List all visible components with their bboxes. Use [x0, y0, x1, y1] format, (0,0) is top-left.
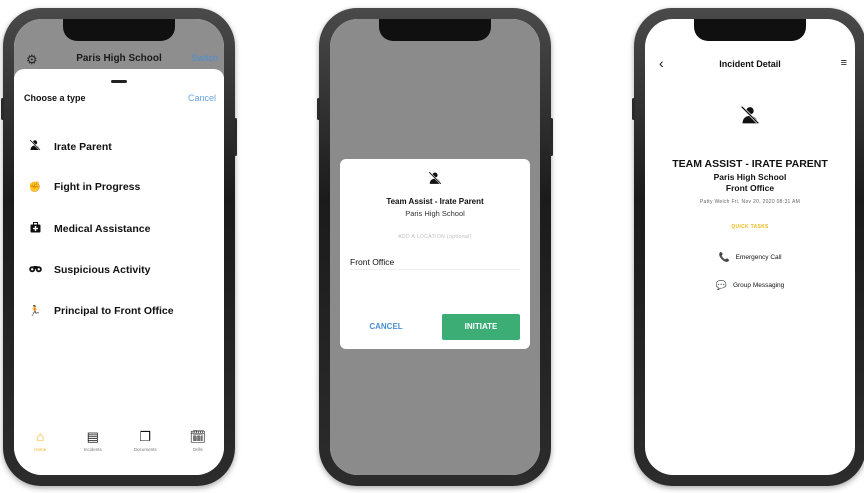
tab-label: Drills — [192, 447, 203, 452]
message-icon: 💬 — [715, 280, 727, 290]
tab-label: Home — [34, 447, 47, 452]
tab-label: Documents — [133, 447, 157, 452]
quick-tasks-label: QUICK TASKS — [731, 224, 769, 230]
tab-home[interactable]: ⌂ Home — [20, 429, 60, 469]
type-item-principal-to-front-office[interactable]: 🏃 Principal to Front Office — [28, 305, 174, 317]
phone-frame-type-picker: ⚙ Paris High School Switch Choose a type… — [1, 8, 237, 486]
type-item-suspicious-activity[interactable]: Suspicious Activity — [28, 263, 150, 276]
switch-button[interactable]: Switch — [191, 53, 218, 63]
person-off-icon — [645, 105, 855, 130]
tab-documents[interactable]: ❐ Documents — [125, 429, 165, 469]
type-item-label: Suspicious Activity — [54, 263, 151, 276]
type-item-fight-in-progress[interactable]: ✊ Fight in Progress — [28, 181, 141, 193]
cancel-button[interactable]: Cancel — [188, 93, 216, 103]
menu-icon[interactable]: ≡ — [841, 57, 847, 69]
dialog-title: Team Assist - Irate Parent — [386, 197, 484, 206]
list-icon: ▤ — [86, 429, 99, 444]
phone-frame-initiate-dialog: Team Assist - Irate Parent Paris High Sc… — [317, 8, 553, 486]
fist-icon: ✊ — [28, 181, 42, 193]
type-item-medical-assistance[interactable]: Medical Assistance — [28, 222, 151, 236]
volume-button — [632, 98, 635, 120]
medical-bag-icon — [28, 222, 42, 236]
volume-button — [1, 98, 4, 120]
screen-type-picker: ⚙ Paris High School Switch Choose a type… — [14, 19, 224, 475]
incident-school: Paris High School — [713, 172, 787, 182]
sheet-title: Choose a type — [24, 93, 86, 103]
page-title: Incident Detail — [719, 59, 781, 69]
screen-initiate-dialog: Team Assist - Irate Parent Paris High Sc… — [330, 19, 540, 475]
type-item-label: Principal to Front Office — [54, 305, 174, 317]
type-item-label: Irate Parent — [54, 140, 112, 153]
calendar-check-icon: 🗓 — [189, 429, 206, 444]
binoculars-icon — [28, 263, 42, 276]
input-underline — [350, 269, 520, 270]
type-item-label: Medical Assistance — [54, 223, 151, 235]
documents-icon: ❐ — [139, 429, 152, 444]
notch — [379, 19, 491, 41]
location-input[interactable]: Front Office — [350, 257, 394, 267]
phone-frame-incident-detail: ‹ Incident Detail ≡ TEAM ASSIST - IRATE … — [632, 8, 864, 486]
tab-drills[interactable]: 🗓 Drills — [178, 429, 218, 469]
power-button — [550, 118, 553, 156]
dialog-subtitle: Paris High School — [405, 209, 465, 218]
group-messaging-button[interactable]: 💬 Group Messaging — [645, 280, 855, 291]
tab-label: Incidents — [83, 447, 102, 452]
type-item-label: Fight in Progress — [54, 181, 141, 193]
incident-heading: TEAM ASSIST - IRATE PARENT — [672, 158, 828, 170]
incident-location: Front Office — [725, 183, 775, 193]
tab-bar: ⌂ Home ▤ Incidents ❐ Documents 🗓 Drills — [14, 429, 224, 469]
person-off-icon — [340, 171, 530, 188]
home-icon: ⌂ — [36, 429, 45, 444]
initiate-dialog: Team Assist - Irate Parent Paris High Sc… — [340, 159, 530, 349]
running-person-icon: 🏃 — [28, 305, 42, 317]
phone-icon: 📞 — [718, 252, 730, 262]
notch — [694, 19, 806, 41]
notch — [63, 19, 175, 41]
power-button — [234, 118, 237, 156]
incident-meta: Patty Welch Fri, Nov 20, 2020 08:31 AM — [699, 199, 801, 205]
location-label: ADD A LOCATION (optional) — [398, 234, 472, 240]
action-label: Group Messaging — [732, 282, 785, 289]
screen-incident-detail: ‹ Incident Detail ≡ TEAM ASSIST - IRATE … — [645, 19, 855, 475]
emergency-call-button[interactable]: 📞 Emergency Call — [645, 252, 855, 263]
action-label: Emergency Call — [735, 254, 782, 261]
volume-button — [317, 98, 320, 120]
initiate-button[interactable]: INITIATE — [442, 314, 520, 340]
sheet-grab-handle[interactable] — [111, 80, 127, 83]
cancel-button[interactable]: CANCEL — [350, 314, 422, 340]
tab-incidents[interactable]: ▤ Incidents — [73, 429, 113, 469]
person-off-icon — [28, 139, 42, 154]
type-sheet: Choose a type Cancel Irate Parent ✊ Figh… — [14, 69, 224, 475]
type-item-irate-parent[interactable]: Irate Parent — [28, 139, 112, 154]
